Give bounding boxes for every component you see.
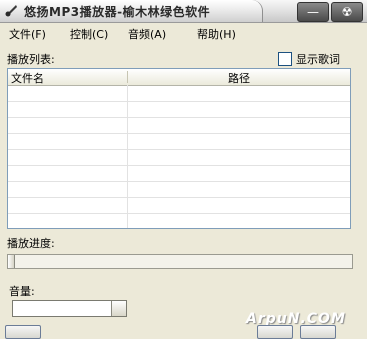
window-title: 悠扬MP3播放器-榆木林绿色软件	[24, 5, 211, 19]
control-button[interactable]	[300, 325, 336, 339]
control-button[interactable]	[5, 325, 41, 339]
show-lyrics-checkbox[interactable]	[278, 52, 292, 66]
control-button[interactable]	[257, 325, 293, 339]
menu-audio[interactable]: 音频(A)	[128, 26, 166, 42]
table-row	[8, 149, 350, 150]
close-button[interactable]: ☢	[331, 2, 363, 22]
table-row	[8, 197, 350, 198]
column-header-filename[interactable]: 文件名	[11, 70, 44, 86]
menu-bar: 文件(F) 控制(C) 音频(A) 帮助(H)	[0, 23, 367, 42]
table-row	[8, 213, 350, 214]
table-row	[8, 101, 350, 102]
table-header: 文件名 路径	[8, 69, 350, 86]
table-row	[8, 117, 350, 118]
table-row	[8, 181, 350, 182]
menu-control[interactable]: 控制(C)	[70, 26, 108, 42]
minimize-button[interactable]: —	[297, 2, 329, 22]
menu-help[interactable]: 帮助(H)	[197, 26, 236, 42]
playlist-label: 播放列表:	[7, 53, 55, 66]
menu-file[interactable]: 文件(F)	[9, 26, 46, 42]
progress-slider[interactable]	[7, 254, 353, 269]
music-note-icon	[5, 5, 17, 17]
table-row	[8, 165, 350, 166]
volume-label: 音量:	[9, 285, 35, 298]
progress-label: 播放进度:	[7, 237, 55, 250]
show-lyrics-label[interactable]: 显示歌词	[296, 51, 340, 67]
table-row	[8, 133, 350, 134]
column-header-path[interactable]: 路径	[128, 70, 350, 86]
title-bar[interactable]: 悠扬MP3播放器-榆木林绿色软件 — ☢	[0, 0, 367, 23]
volume-thumb[interactable]	[111, 301, 126, 316]
volume-slider[interactable]	[12, 300, 127, 317]
progress-thumb[interactable]	[8, 255, 15, 268]
column-gridline	[127, 85, 128, 228]
playlist-table[interactable]: 文件名 路径	[7, 68, 351, 229]
